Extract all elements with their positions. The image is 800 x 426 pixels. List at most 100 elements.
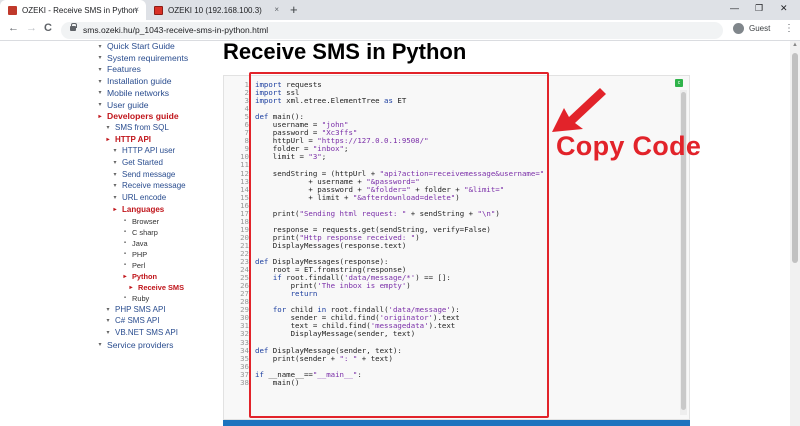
bullet-icon: ▾ xyxy=(106,306,110,313)
sidebar-item[interactable]: ▾ HTTP API user xyxy=(112,146,175,155)
sidebar-item-label: URL encode xyxy=(122,193,167,203)
bullet-icon: ▪ xyxy=(123,218,127,224)
sidebar-item[interactable]: ▾ Quick Start Guide xyxy=(97,41,174,51)
sidebar-item-label: PHP xyxy=(132,249,148,259)
bullet-icon: ▾ xyxy=(106,329,110,336)
page-scrollbar[interactable]: ▲ xyxy=(790,41,800,426)
sidebar-item-label: Service providers xyxy=(107,339,174,350)
sidebar-item-label: Receive SMS xyxy=(138,282,185,292)
close-tab-icon[interactable]: × xyxy=(134,5,139,14)
sidebar-item-label: Ruby xyxy=(132,293,150,303)
sidebar-item[interactable]: ▾ User guide xyxy=(97,99,149,110)
sidebar-item[interactable]: ▪ Ruby xyxy=(122,294,149,303)
sidebar-item[interactable]: ▾ Send message xyxy=(112,170,175,179)
sidebar-item-label: Installation guide xyxy=(107,76,172,87)
bullet-icon: ▾ xyxy=(113,171,117,178)
sidebar-item-label: Languages xyxy=(122,204,165,214)
forward-icon[interactable]: → xyxy=(26,22,37,34)
bullet-icon: ▾ xyxy=(113,183,117,190)
sidebar-item[interactable]: ▾ System requirements xyxy=(97,53,188,63)
browser-tab[interactable]: OZEKI 10 (192.168.100.3) × xyxy=(146,0,286,20)
bullet-icon: ▸ xyxy=(106,136,110,143)
sidebar-item-label: Perl xyxy=(132,260,146,270)
sidebar-item[interactable]: ▪ C sharp xyxy=(122,228,158,237)
sidebar-item[interactable]: ▾ Service providers xyxy=(97,340,173,350)
sidebar-item-label: Receive message xyxy=(122,181,186,191)
reload-icon[interactable]: C xyxy=(44,22,52,34)
copy-code-icon[interactable]: c xyxy=(675,79,683,87)
sidebar-item-label: Java xyxy=(132,238,148,248)
sidebar-item[interactable]: ▸ Receive SMS xyxy=(128,283,184,292)
sidebar-item-label: Developers guide xyxy=(107,111,179,122)
sidebar-item-label: C# SMS API xyxy=(115,316,160,326)
bullet-icon: ▸ xyxy=(98,113,102,120)
minimize-icon[interactable]: — xyxy=(730,3,739,13)
sidebar-item[interactable]: ▾ Receive message xyxy=(112,181,186,191)
sidebar-item[interactable]: ▾ PHP SMS API xyxy=(105,304,166,314)
sidebar-item[interactable]: ▪ Perl xyxy=(122,261,145,270)
arrow-icon xyxy=(552,88,606,132)
sidebar-item-label: HTTP API xyxy=(115,134,152,144)
sidebar-item-label: VB.NET SMS API xyxy=(115,327,178,337)
bullet-icon: ▾ xyxy=(113,195,117,202)
tab-title: OZEKI 10 (192.168.100.3) xyxy=(168,5,262,15)
bullet-icon: ▾ xyxy=(98,342,102,349)
sidebar-item[interactable]: ▾ SMS from SQL xyxy=(105,123,168,132)
sidebar-item-label: PHP SMS API xyxy=(115,304,166,314)
sidebar-nav: ▾ Quick Start Guide ▾ System requirements ▾ F… xyxy=(90,41,220,426)
sidebar-item-label: HTTP API user xyxy=(122,146,176,156)
back-icon[interactable]: ← xyxy=(8,22,19,34)
sidebar-item[interactable]: ▾ VB.NET SMS API xyxy=(105,328,178,337)
copy-code-annotation: Copy Code xyxy=(556,131,702,161)
sidebar-item-label: System requirements xyxy=(107,52,189,63)
url-text[interactable]: sms.ozeki.hu/p_1043-receive-sms-in-pytho… xyxy=(83,25,268,35)
bullet-icon: ▾ xyxy=(106,124,110,131)
menu-icon[interactable]: ⋮ xyxy=(784,23,794,34)
new-tab-button[interactable]: + xyxy=(290,2,298,17)
code-highlight-frame xyxy=(249,72,549,418)
close-tab-icon[interactable]: × xyxy=(274,5,279,14)
bullet-icon: ▸ xyxy=(113,206,117,213)
address-bar[interactable]: sms.ozeki.hu/p_1043-receive-sms-in-pytho… xyxy=(61,22,723,39)
sidebar-item[interactable]: ▾ C# SMS API xyxy=(105,316,159,325)
sidebar-item[interactable]: ▸ HTTP API xyxy=(105,135,151,144)
sidebar-item[interactable]: ▾ Installation guide xyxy=(97,76,172,87)
tab-title: OZEKI - Receive SMS in Python xyxy=(22,5,138,15)
bullet-icon: ▪ xyxy=(123,262,127,268)
sidebar-item-label: Get Started xyxy=(122,158,163,167)
bullet-icon: ▾ xyxy=(98,43,102,50)
ozeki-favicon-icon xyxy=(8,5,17,15)
sidebar-item[interactable]: ▪ Browser xyxy=(122,217,159,226)
bullet-icon: ▾ xyxy=(98,90,102,97)
sidebar-item-label: Python xyxy=(132,271,158,281)
sidebar-item-label: Mobile networks xyxy=(107,87,170,98)
close-window-icon[interactable]: ✕ xyxy=(780,3,788,14)
sidebar-item[interactable]: ▾ Features xyxy=(97,64,141,75)
bullet-icon: ▾ xyxy=(113,148,117,155)
bullet-icon: ▪ xyxy=(123,229,127,235)
profile-button[interactable]: Guest xyxy=(733,23,770,34)
scroll-up-icon[interactable]: ▲ xyxy=(792,42,798,48)
sidebar-item[interactable]: ▪ PHP xyxy=(122,250,147,259)
sidebar-item[interactable]: ▾ Get Started xyxy=(112,158,163,167)
sidebar-item-label: Browser xyxy=(132,216,160,226)
bullet-icon: ▾ xyxy=(106,318,110,325)
bullet-icon: ▾ xyxy=(113,160,117,166)
bullet-icon: ▸ xyxy=(123,273,127,280)
sidebar-item[interactable]: ▸ Developers guide xyxy=(97,111,179,122)
page-scrollbar-thumb[interactable] xyxy=(792,53,798,263)
sidebar-item[interactable]: ▸ Python xyxy=(122,272,157,281)
sidebar-item-label: Features xyxy=(107,64,141,75)
ozeki-favicon-icon xyxy=(154,5,163,15)
avatar-icon xyxy=(733,23,744,34)
sidebar-item[interactable]: ▾ URL encode xyxy=(112,193,166,202)
sidebar-item-label: User guide xyxy=(107,99,149,110)
bullet-icon: ▪ xyxy=(123,240,127,246)
lock-icon xyxy=(70,23,77,31)
maximize-icon[interactable]: ❐ xyxy=(755,3,763,14)
footer-banner xyxy=(223,420,690,426)
sidebar-item[interactable]: ▾ Mobile networks xyxy=(97,88,169,98)
browser-tab-active[interactable]: OZEKI - Receive SMS in Python × xyxy=(0,0,146,20)
sidebar-item[interactable]: ▸ Languages xyxy=(112,205,164,214)
sidebar-item[interactable]: ▪ Java xyxy=(122,239,148,248)
